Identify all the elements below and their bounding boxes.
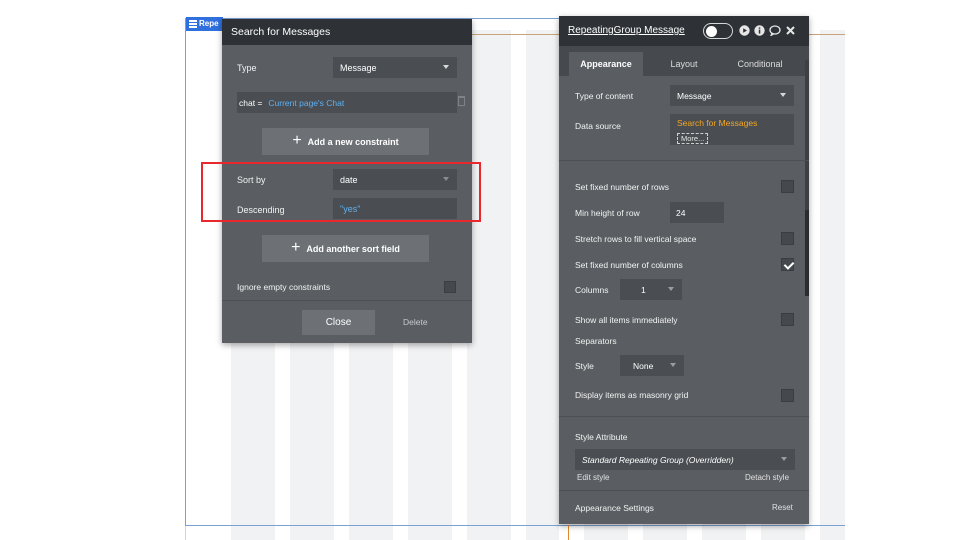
type-dropdown[interactable]: Message: [333, 57, 457, 78]
alignment-guide: [809, 34, 845, 35]
masonry-label: Display items as masonry grid: [575, 390, 689, 400]
type-of-content-label: Type of content: [575, 91, 634, 101]
stretch-rows-label: Stretch rows to fill vertical space: [575, 234, 697, 244]
show-all-items-checkbox[interactable]: [781, 313, 794, 326]
type-label: Type: [237, 63, 257, 73]
data-source-value[interactable]: Search for Messages: [677, 118, 787, 128]
type-dropdown-value: Message: [340, 62, 377, 73]
separators-label: Separators: [575, 336, 617, 346]
highlight-box: [201, 162, 481, 222]
tab-conditional[interactable]: Conditional: [725, 52, 795, 76]
min-height-value: 24: [676, 207, 686, 218]
scrollbar-thumb[interactable]: [805, 210, 809, 296]
appearance-settings-label: Appearance Settings: [575, 503, 654, 513]
data-source-label: Data source: [575, 121, 621, 131]
columns-label: Columns: [575, 285, 609, 295]
search-popup-header: Search for Messages: [222, 19, 472, 45]
fixed-columns-label: Set fixed number of columns: [575, 260, 683, 270]
add-sort-field-label: Add another sort field: [306, 243, 400, 254]
ignore-empty-label: Ignore empty constraints: [237, 282, 331, 292]
tab-appearance[interactable]: Appearance: [569, 52, 643, 76]
divider: [222, 300, 472, 301]
type-of-content-value: Message: [677, 90, 712, 101]
repeating-group-icon: [189, 20, 197, 28]
property-editor-title[interactable]: RepeatingGroup Message: [568, 25, 686, 36]
type-of-content-dropdown[interactable]: Message: [670, 85, 794, 106]
separator-style-label: Style: [575, 361, 594, 371]
reset-link[interactable]: Reset: [772, 503, 793, 512]
chevron-down-icon: [670, 363, 676, 367]
scrollbar[interactable]: [805, 60, 809, 296]
comment-icon[interactable]: [769, 25, 781, 36]
style-attribute-dropdown[interactable]: Standard Repeating Group (Overridden): [575, 449, 795, 470]
toggle-knob: [706, 25, 717, 37]
close-icon[interactable]: [786, 26, 795, 35]
constraint-value[interactable]: Current page's Chat: [268, 98, 344, 108]
element-tag-label: Repe: [199, 19, 219, 28]
separator-style-dropdown[interactable]: None: [620, 355, 684, 376]
property-editor-header: RepeatingGroup Message: [559, 16, 809, 46]
fixed-columns-checkbox[interactable]: [781, 258, 794, 271]
search-popup-title: Search for Messages: [231, 26, 331, 38]
add-sort-field-button[interactable]: + Add another sort field: [262, 235, 429, 262]
data-source-field[interactable]: Search for Messages More...: [670, 114, 794, 145]
show-all-items-label: Show all items immediately: [575, 315, 678, 325]
separator-style-value: None: [633, 360, 654, 371]
repeating-group-bottom-edge: [185, 525, 845, 526]
divider: [559, 416, 809, 417]
min-height-input[interactable]: 24: [670, 202, 724, 223]
plus-icon: +: [291, 238, 301, 256]
chevron-down-icon: [781, 457, 787, 461]
detach-style-link[interactable]: Detach style: [745, 473, 789, 482]
visibility-toggle[interactable]: [703, 23, 733, 39]
tab-bar: Appearance Layout Conditional: [559, 46, 809, 76]
alignment-guide: [568, 525, 569, 540]
divider: [559, 160, 809, 161]
constraint-key: chat =: [239, 97, 263, 108]
fixed-rows-label: Set fixed number of rows: [575, 182, 670, 192]
style-attribute-label: Style Attribute: [575, 432, 628, 442]
element-tag[interactable]: Repe: [186, 17, 223, 31]
tab-layout[interactable]: Layout: [655, 52, 713, 76]
close-button[interactable]: Close: [302, 310, 375, 335]
delete-button[interactable]: Delete: [403, 317, 428, 327]
style-attribute-value: Standard Repeating Group (Overridden): [582, 454, 734, 465]
min-height-label: Min height of row: [575, 208, 640, 218]
chevron-down-icon: [780, 93, 786, 97]
info-icon[interactable]: [754, 25, 765, 36]
trash-icon[interactable]: [458, 96, 465, 106]
column-guide: [820, 30, 845, 540]
alignment-guide: [472, 34, 560, 35]
play-icon[interactable]: [739, 25, 750, 36]
divider: [559, 490, 809, 491]
chevron-down-icon: [443, 65, 449, 69]
masonry-checkbox[interactable]: [781, 389, 794, 402]
plus-icon: +: [292, 131, 302, 149]
add-constraint-label: Add a new constraint: [307, 136, 399, 147]
add-constraint-button[interactable]: + Add a new constraint: [262, 128, 429, 155]
edit-style-link[interactable]: Edit style: [577, 473, 609, 482]
fixed-rows-checkbox[interactable]: [781, 180, 794, 193]
ignore-empty-checkbox[interactable]: [444, 281, 456, 293]
chevron-down-icon: [668, 287, 674, 291]
stretch-rows-checkbox[interactable]: [781, 232, 794, 245]
editor-root: Repe Search for Messages Type Message ch…: [0, 0, 960, 540]
columns-value: 1: [641, 284, 646, 295]
columns-dropdown[interactable]: 1: [620, 279, 682, 300]
constraint-row[interactable]: chat = Current page's Chat: [237, 92, 457, 113]
data-source-more[interactable]: More...: [677, 133, 709, 144]
